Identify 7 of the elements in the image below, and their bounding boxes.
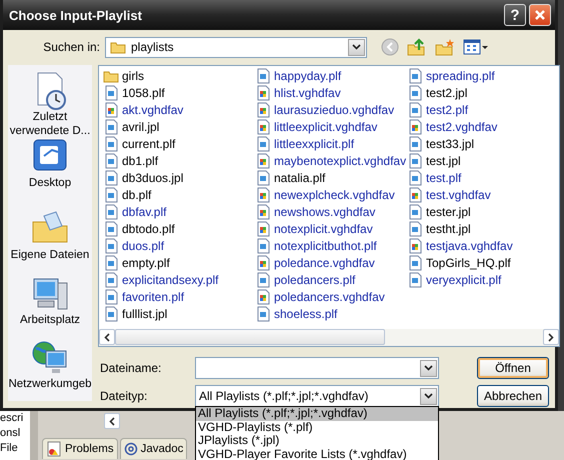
file-name-label: Dateiname: xyxy=(99,361,162,375)
side-text: escri xyxy=(0,411,24,426)
side-text: onsl xyxy=(0,426,22,441)
file-type-label: Dateityp: xyxy=(99,389,148,403)
side-text: File xyxy=(0,441,19,456)
look-in-label: Suchen in: xyxy=(42,40,101,54)
window-title: Choose Input-Playlist xyxy=(9,8,142,22)
